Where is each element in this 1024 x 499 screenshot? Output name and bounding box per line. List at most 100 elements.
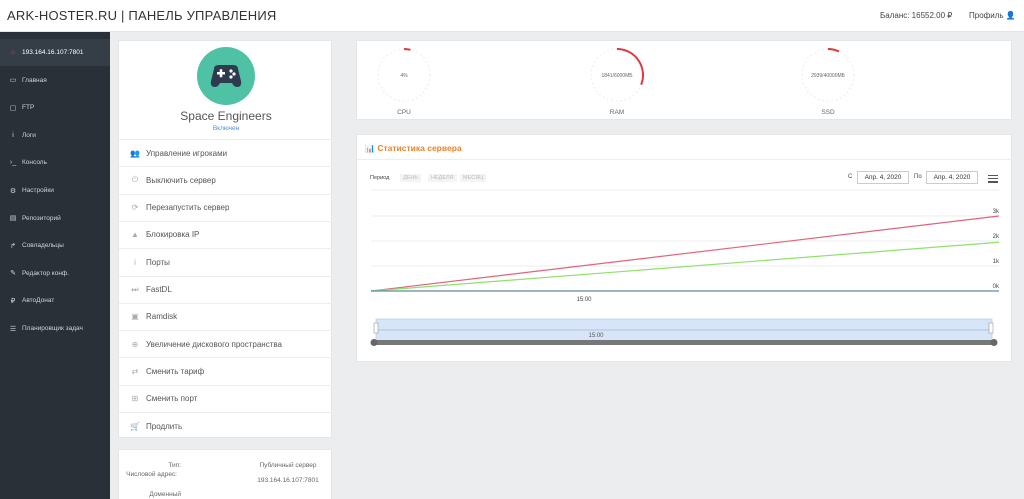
menu-item-6[interactable]: ▣ Ramdisk (119, 302, 333, 330)
sidebar-item-label: АвтоДонат (22, 297, 55, 305)
menu-item-10[interactable]: 🛒 Продлить (119, 412, 333, 439)
sidebar-item-label: FTP (22, 104, 35, 112)
gauge-arc (616, 48, 644, 85)
edit-icon: ✎ (10, 270, 16, 278)
sidebar-item-label: Совладельцы (22, 242, 64, 250)
server-game-name: Space Engineers (180, 109, 272, 123)
sidebar-item-label: Консоль (22, 159, 47, 167)
menu-item-5[interactable]: ⏭ FastDL (119, 275, 333, 303)
menu-item-label: Выключить сервер (146, 175, 216, 185)
plus-circle-icon: ⊕ (131, 339, 139, 349)
y-tick-label: 2k (993, 234, 1000, 240)
sidebar-item-7[interactable]: ↱ Совладельцы (0, 232, 110, 259)
sidebar: ⌂ 193.164.16.107:7801 ▭ Главная ▢ FTP i Логи ›_ К… (0, 32, 110, 499)
brand-title[interactable]: ARK-HOSTER.RU | ПАНЕЛЬ УПРАВЛЕНИЯ (7, 8, 277, 23)
gamepad-avatar (197, 47, 255, 105)
scroll-left-button (370, 339, 378, 346)
period-week-button[interactable]: НЕДЕЛЯ (428, 174, 457, 182)
cart-icon: 🛒 (130, 421, 140, 431)
monitor-icon: ▭ (9, 77, 17, 85)
sidebar-item-5[interactable]: ⚙ Настройки (0, 177, 110, 204)
stats-title-text: Статистика сервера (377, 143, 462, 153)
navigator-scrollbar (374, 340, 994, 345)
info-key: Доменный (149, 491, 181, 498)
fast-forward-icon: ⏭ (131, 284, 139, 294)
sidebar-item-label: Главная (22, 76, 47, 84)
chart-menu-icon[interactable] (988, 173, 998, 183)
refresh-icon: ⟳ (131, 203, 139, 213)
navigator-tick-label: 15:00 (588, 333, 604, 339)
info-key: Тип: (168, 462, 181, 469)
menu-item-label: FastDL (146, 285, 172, 294)
menu-item-label: Увеличение дискового пространства (146, 339, 282, 349)
terminal-icon: ›_ (9, 159, 17, 167)
exchange-icon: ⇄ (131, 366, 139, 376)
sidebar-item-2[interactable]: ▢ FTP (0, 94, 110, 121)
warning-icon: ▲ (131, 230, 139, 240)
menu-item-2[interactable]: ⟳ Перезапустить сервер (119, 193, 333, 221)
sidebar-item-6[interactable]: ▤ Репозиторий (0, 205, 110, 232)
series-line-1 (370, 241, 1000, 292)
server-stats-panel: 0k 1k 2k 3k 15:00 15:00 📊 Статистика сервера … (356, 134, 1013, 362)
info-value: Публичный сервер (259, 462, 317, 469)
sidebar-item-label: 193.164.16.107:7801 (22, 49, 84, 56)
gauge-arc (827, 48, 840, 53)
sidebar-item-8[interactable]: ✎ Редактор конф. (0, 260, 110, 287)
menu-item-1[interactable]: ⏻ Выключить сервер (119, 166, 333, 193)
menu-item-label: Блокировка IP (146, 230, 200, 240)
archive-icon: ▤ (9, 215, 17, 223)
menu-item-3[interactable]: ▲ Блокировка IP (119, 220, 333, 248)
x-tick-label: 15:00 (576, 297, 592, 303)
sidebar-item-1[interactable]: ▭ Главная (0, 67, 110, 94)
sidebar-item-label: Логи (22, 131, 36, 139)
stats-title: 📊 Статистика сервера (365, 143, 462, 153)
gauge-value: 4% (400, 73, 408, 79)
sidebar-item-3[interactable]: i Логи (0, 122, 110, 149)
menu-item-0[interactable]: 👥 Управление игроками (119, 139, 333, 166)
from-label: С (848, 174, 853, 180)
sidebar-item-10[interactable]: ☰ Планировщик задач (0, 315, 110, 342)
menu-item-7[interactable]: ⊕ Увеличение дискового пространства (119, 330, 333, 357)
gauge-label: SSD (821, 109, 835, 116)
gauge-label: RAM (609, 109, 625, 116)
server-status: Включен (212, 125, 240, 132)
top-bar: ARK-HOSTER.RU | ПАНЕЛЬ УПРАВЛЕНИЯ Баланс… (0, 0, 1024, 32)
menu-item-9[interactable]: ⊞ Сменить порт (119, 384, 333, 412)
divider (357, 159, 1013, 160)
menu-item-label: Ramdisk (146, 312, 178, 322)
sidebar-item-4[interactable]: ›_ Консоль (0, 149, 110, 176)
share-icon: ↱ (10, 242, 16, 250)
sidebar-item-9[interactable]: ₽ АвтоДонат (0, 287, 110, 314)
y-tick-label: 1k (993, 259, 1000, 265)
to-label: По (914, 174, 922, 180)
period-day-button[interactable]: ДЕНЬ (400, 174, 421, 182)
plus-square-icon: ⊞ (131, 394, 139, 404)
navigator-handle-left (373, 322, 379, 334)
sidebar-item-label: Репозиторий (22, 214, 61, 222)
gauge-value: 1841/6000МБ (601, 73, 633, 79)
gauge-arc (403, 48, 411, 51)
profile-menu[interactable]: Профиль 👤 (969, 11, 1016, 20)
series-line-0 (370, 215, 1000, 292)
y-tick-label: 3k (993, 209, 1000, 215)
menu-item-label: Перезапустить сервер (146, 203, 230, 213)
menu-item-8[interactable]: ⇄ Сменить тариф (119, 357, 333, 384)
home-icon: ⌂ (10, 49, 16, 56)
menu-item-label: Сменить тариф (146, 366, 205, 376)
period-month-button[interactable]: МЕСЯЦ (460, 174, 487, 182)
from-date-input[interactable]: Апр. 4, 2020 (857, 171, 909, 184)
sidebar-item-label: Планировщик задач (22, 325, 83, 332)
info-icon: i (134, 257, 136, 267)
y-tick-label: 0k (993, 284, 1000, 290)
power-icon: ⏻ (131, 175, 139, 185)
gamepad-icon (210, 65, 242, 87)
scroll-right-button (990, 339, 998, 346)
resource-gauges: 4% CPU 1841/6000МБ RAM 2939/40000МБ SSD (356, 40, 1012, 120)
server-card: Space Engineers Включен 👥 Управление игро… (118, 40, 333, 439)
sidebar-item-0[interactable]: ⌂ 193.164.16.107:7801 (0, 39, 110, 66)
cogs-icon: ⚙ (9, 187, 17, 195)
ruble-icon: ₽ (10, 297, 16, 305)
to-date-input[interactable]: Апр. 4, 2020 (926, 171, 978, 184)
menu-item-4[interactable]: i Порты (119, 248, 333, 275)
stats-chart: 0k 1k 2k 3k 15:00 15:00 (370, 189, 1000, 346)
